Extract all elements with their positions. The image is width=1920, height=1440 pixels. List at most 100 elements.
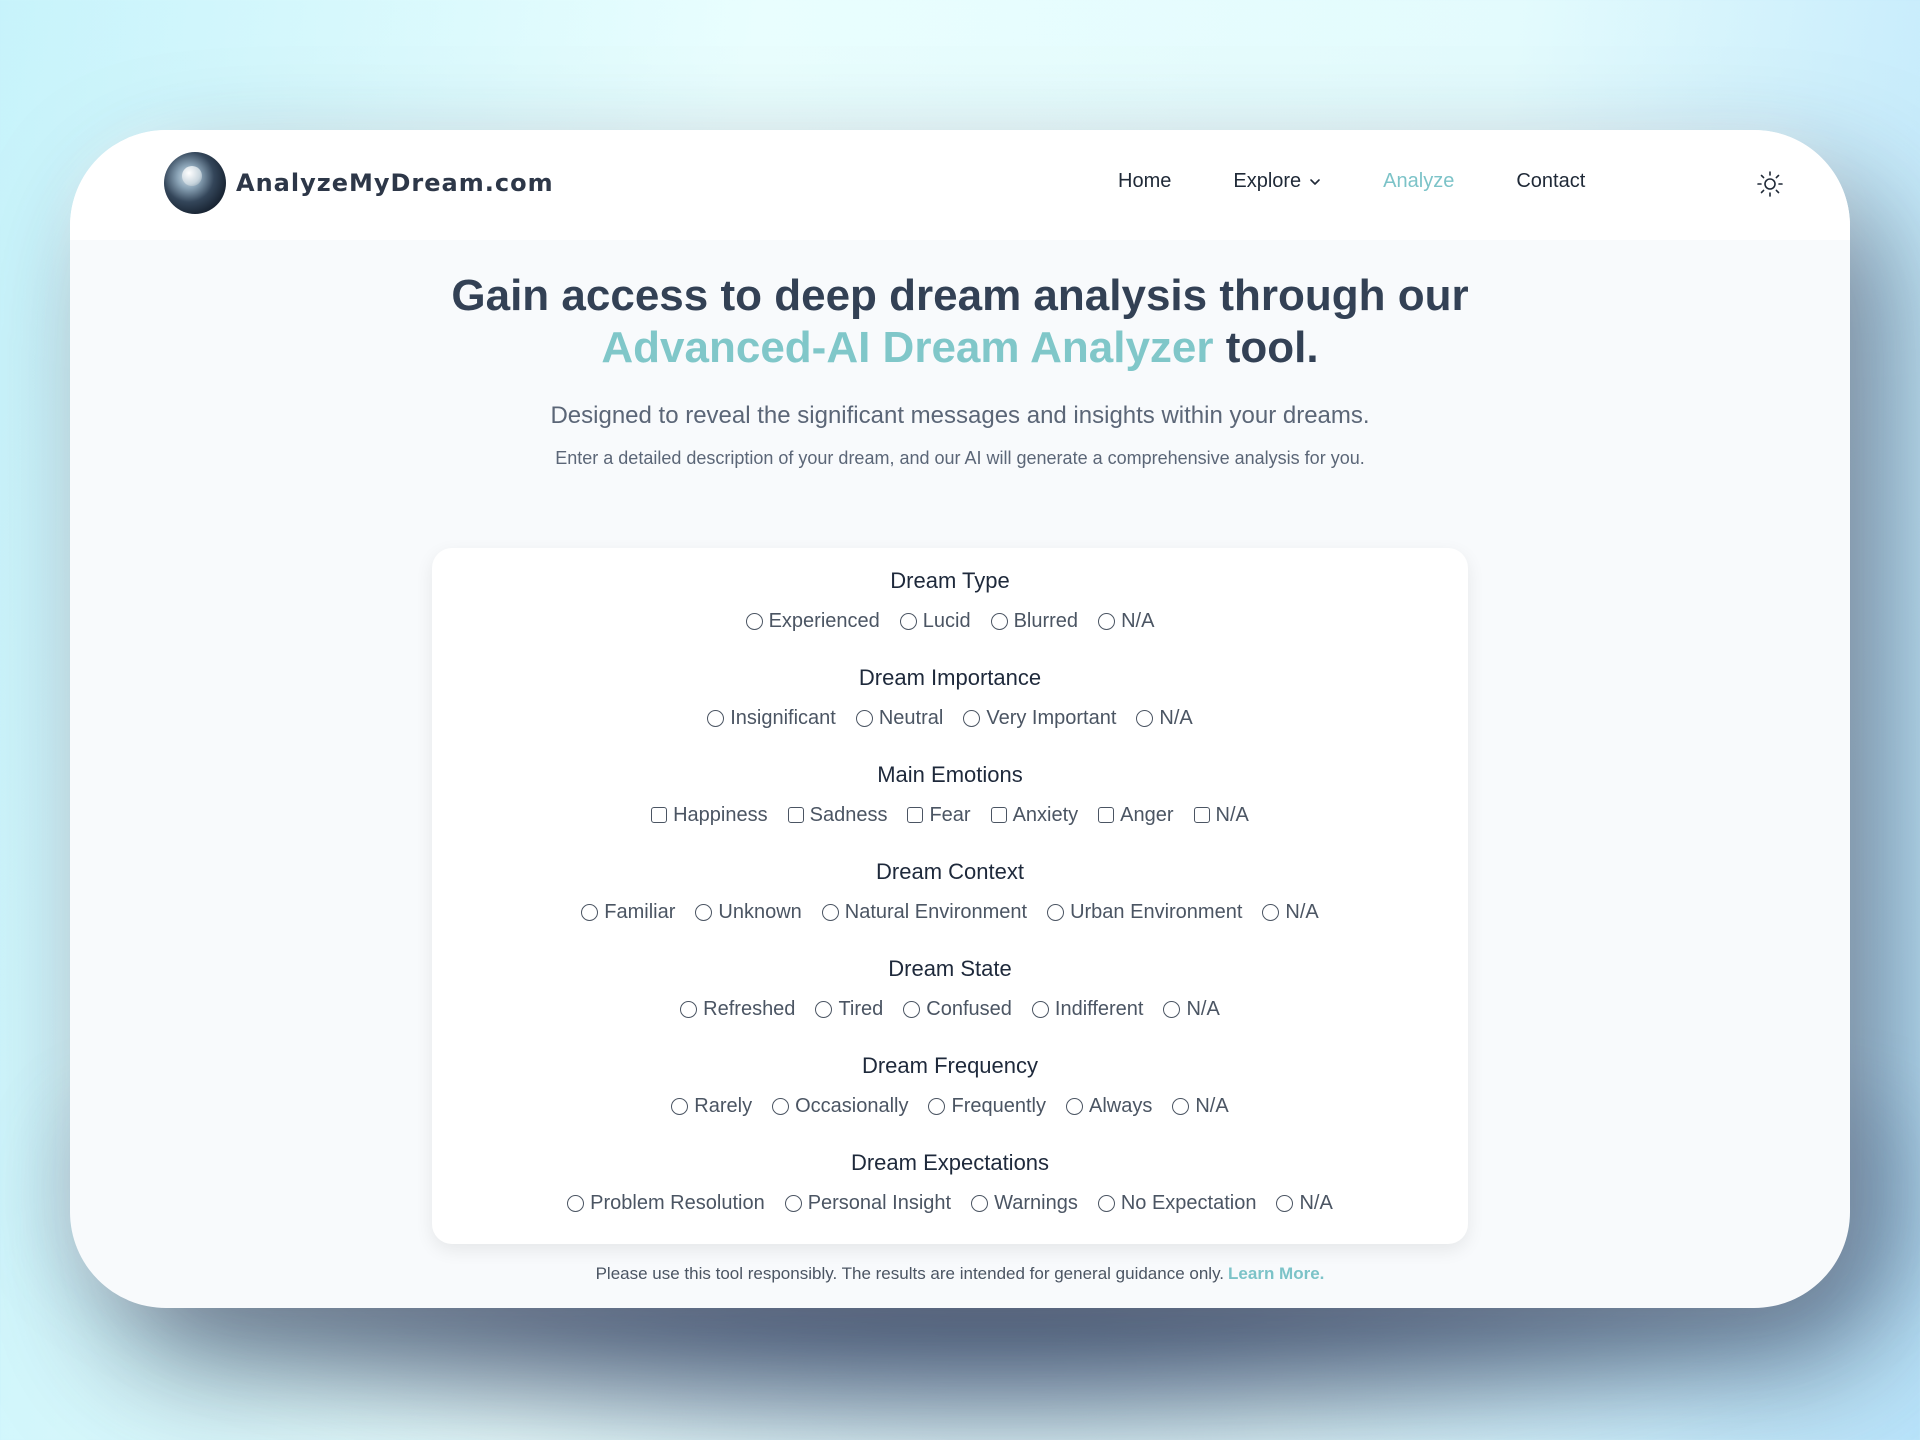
nav-explore[interactable]: Explore [1233,170,1321,193]
options: Problem Resolution Personal Insight Warn… [432,1190,1468,1216]
option[interactable]: Problem Resolution [567,1192,765,1215]
learn-more-link[interactable]: Learn More. [1228,1264,1324,1283]
radio-button[interactable] [971,1194,989,1212]
option[interactable]: Tired [815,998,883,1021]
checkbox[interactable] [907,807,924,823]
checkbox[interactable] [651,807,668,823]
radio-button[interactable] [963,709,981,727]
radio-button[interactable] [1097,1194,1115,1212]
option[interactable]: N/A [1172,1095,1229,1118]
radio-button[interactable] [671,1097,689,1115]
option[interactable]: Natural Environment [821,901,1027,924]
option[interactable]: Sadness [787,804,887,827]
option[interactable]: Insignificant [707,707,836,730]
navbar: AnalyzeMyDream.com Home Explore Analyze … [70,130,1850,240]
radio-button[interactable] [1136,709,1154,727]
option[interactable]: N/A [1262,900,1319,924]
radio-button[interactable] [855,709,873,727]
group-main-emotions: Main Emotions Happiness Sadness Fear Anx… [432,742,1468,839]
option[interactable]: N/A [1136,707,1193,730]
option[interactable]: Anxiety [990,804,1078,827]
radio-button[interactable] [567,1194,585,1212]
radio-button[interactable] [745,612,763,630]
option[interactable]: N/A [1276,1192,1333,1215]
option-label: Familiar [604,900,676,923]
option[interactable]: Unknown [695,901,802,924]
option-label: Anger [1120,803,1174,826]
option[interactable]: No Expectation [1097,1192,1256,1215]
option[interactable]: N/A [1163,997,1220,1021]
checkbox[interactable] [1098,807,1115,823]
option-label: N/A [1285,900,1319,923]
checkbox[interactable] [1193,807,1210,823]
nav-home-label: Home [1118,170,1172,192]
radio-button[interactable] [1065,1097,1083,1115]
option-label: Confused [926,997,1012,1020]
nav-analyze[interactable]: Analyze [1383,170,1454,193]
radio-button[interactable] [1172,1097,1190,1115]
radio-button[interactable] [815,1000,833,1018]
option-label: Refreshed [703,997,796,1020]
option-label: Very Important [986,706,1117,729]
option[interactable]: Familiar [581,901,675,924]
brand[interactable]: AnalyzeMyDream.com [164,152,554,214]
option[interactable]: Personal Insight [784,1191,952,1215]
nav-contact[interactable]: Contact [1516,170,1585,193]
radio-button[interactable] [903,1000,921,1018]
sun-icon[interactable] [1756,170,1784,198]
hero: Gain access to deep dream analysis throu… [70,270,1850,469]
option[interactable]: Experienced [745,609,880,633]
radio-button[interactable] [1262,903,1280,921]
option[interactable]: Refreshed [680,998,795,1021]
group-dream-frequency: Dream Frequency Rarely Occasionally Freq… [432,1033,1468,1130]
option[interactable]: Very Important [963,707,1116,730]
checkbox[interactable] [787,807,804,823]
option[interactable]: Neutral [855,706,944,730]
radio-button[interactable] [581,903,599,921]
radio-button[interactable] [1276,1194,1294,1212]
radio-button[interactable] [784,1194,802,1212]
nav-analyze-label: Analyze [1383,170,1455,192]
option-label: Indifferent [1054,997,1144,1020]
option[interactable]: Blurred [990,610,1078,633]
option[interactable]: Urban Environment [1047,901,1242,924]
disclaimer-text: Please use this tool responsibly. The re… [595,1264,1225,1283]
brand-name: AnalyzeMyDream.com [236,169,554,197]
radio-button[interactable] [928,1097,946,1115]
radio-button[interactable] [1098,612,1116,630]
option[interactable]: Warnings [971,1192,1078,1215]
option[interactable]: Always [1065,1095,1152,1118]
radio-button[interactable] [1031,1000,1049,1018]
option[interactable]: Lucid [899,610,971,633]
checkbox[interactable] [990,807,1007,823]
option-label: N/A [1186,997,1220,1020]
options: Rarely Occasionally Frequently Always N/… [432,1093,1468,1119]
option[interactable]: Frequently [928,1095,1046,1118]
radio-button[interactable] [990,612,1008,630]
option-label: Urban Environment [1070,900,1243,923]
radio-button[interactable] [821,903,839,921]
option[interactable]: Confused [903,998,1012,1021]
option[interactable]: Anger [1098,803,1174,827]
chevron-down-icon [1310,178,1320,185]
option[interactable]: Happiness [651,804,768,827]
nav-home[interactable]: Home [1118,170,1171,193]
option[interactable]: Rarely [671,1095,752,1118]
option[interactable]: Fear [907,804,971,827]
group-dream-importance: Dream Importance Insignificant Neutral V… [432,645,1468,742]
radio-button[interactable] [772,1097,790,1115]
radio-button[interactable] [707,709,725,727]
radio-button[interactable] [680,1000,698,1018]
radio-button[interactable] [899,612,917,630]
option[interactable]: N/A [1193,804,1249,827]
radio-button[interactable] [695,903,713,921]
group-title: Dream Frequency [861,1053,1039,1078]
option-label: Personal Insight [807,1191,952,1214]
option[interactable]: Indifferent [1031,997,1144,1021]
option[interactable]: Occasionally [772,1095,908,1118]
radio-button[interactable] [1047,903,1065,921]
radio-button[interactable] [1163,1000,1181,1018]
option-label: Neutral [878,706,944,729]
option[interactable]: N/A [1098,610,1154,633]
option-label: Experienced [768,609,880,632]
